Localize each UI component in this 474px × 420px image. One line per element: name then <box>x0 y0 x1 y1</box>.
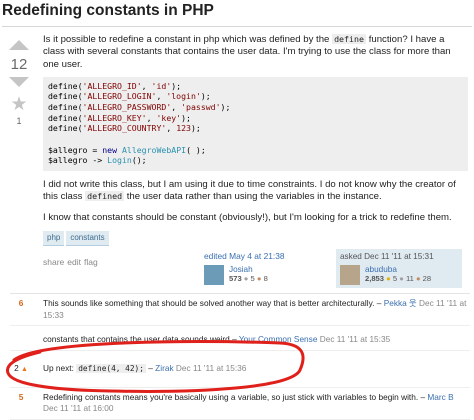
asker-reputation: 2,853 ● 5 ● 11 ● 28 <box>365 274 432 283</box>
inline-code: define <box>332 34 367 44</box>
question-intro: Is it possible to redefine a constant in… <box>43 34 451 70</box>
comment: 5 Redefining constants means you're basi… <box>10 388 470 420</box>
code-line: define('ALLEGRO_PASSWORD', 'passwd'); <box>48 102 231 113</box>
comment-user[interactable]: Pekka 웃 <box>384 298 417 308</box>
edited-timestamp[interactable]: edited May 4 at 21:38 <box>204 251 285 261</box>
asker-signature: asked Dec 11 '11 at 15:31 abuduba 2,853 … <box>336 249 462 288</box>
tag-constants[interactable]: constants <box>66 230 109 247</box>
question-paragraph: I did not write this class, but I am usi… <box>43 179 456 203</box>
code-line: define('ALLEGRO_ID', 'id'); <box>48 80 182 91</box>
comment-text: constants that contains the user data so… <box>43 334 230 345</box>
comment: 2 ▲ Up next: define(4, 42); – Zirak Dec … <box>10 351 470 388</box>
comment-date[interactable]: Dec 11 '11 at 15:36 <box>174 363 246 373</box>
asker-name[interactable]: abuduba <box>365 265 431 274</box>
asked-timestamp: asked Dec 11 '11 at 15:31 <box>340 252 434 261</box>
question-body: Is it possible to redefine a constant in… <box>43 34 468 268</box>
inline-code: define(4, 42); <box>76 363 146 373</box>
code-line: $allegro -> Login(); <box>48 155 147 166</box>
flag-link[interactable]: flag <box>84 257 98 267</box>
comment-user[interactable]: Marc B <box>427 392 453 402</box>
favorite-count: 1 <box>16 116 22 126</box>
vote-cell: 12 ★ 1 <box>0 40 38 126</box>
tag-list: php constants <box>43 230 468 247</box>
comment-user[interactable]: Your Common Sense <box>239 334 318 344</box>
avatar[interactable] <box>204 265 224 285</box>
vote-count: 12 <box>10 56 28 73</box>
comment: constants that contains the user data so… <box>10 326 470 351</box>
comment-text: Redefining constants means you're basica… <box>43 391 419 402</box>
inline-code: defined <box>85 191 125 202</box>
upvote-triangle-icon: ▲ <box>21 365 28 373</box>
comment-text: This sounds like something that should b… <box>43 298 375 308</box>
comment-score: 2 ▲ <box>14 362 28 373</box>
question-title[interactable]: Redefining constants in PHP <box>2 2 472 27</box>
favorite-star-icon[interactable]: ★ <box>0 95 38 114</box>
comment-score: 6 <box>18 298 24 308</box>
comment-date[interactable]: Dec 11 '11 at 15:35 <box>317 334 390 344</box>
question-paragraph: I know that constants should be constant… <box>43 211 452 223</box>
code-line: define('ALLEGRO_COUNTRY', 123); <box>48 123 201 134</box>
comment-list: 6 This sounds like something that should… <box>10 293 470 420</box>
share-link[interactable]: share <box>43 257 64 267</box>
code-line: $allegro = new AllegroWebAPI( ); <box>48 144 206 155</box>
code-line: define('ALLEGRO_LOGIN', 'login'); <box>48 91 211 102</box>
upvote-arrow-icon[interactable] <box>9 40 29 50</box>
comment-user[interactable]: Zirak <box>155 363 173 373</box>
comment-score: 5 <box>18 391 24 402</box>
code-block: define('ALLEGRO_ID', 'id'); define('ALLEG… <box>43 76 468 172</box>
editor-name[interactable]: Josiah <box>229 265 268 274</box>
comment: 6 This sounds like something that should… <box>10 294 470 327</box>
edit-link[interactable]: edit <box>67 257 81 267</box>
editor-signature: edited May 4 at 21:38 Josiah 573 ● 5 ● 8 <box>204 251 285 285</box>
downvote-arrow-icon[interactable] <box>9 77 29 87</box>
code-line: define('ALLEGRO_KEY', 'key'); <box>48 112 191 123</box>
avatar[interactable] <box>340 265 360 285</box>
editor-reputation: 573 ● 5 ● 8 <box>229 274 268 283</box>
tag-php[interactable]: php <box>43 230 65 247</box>
